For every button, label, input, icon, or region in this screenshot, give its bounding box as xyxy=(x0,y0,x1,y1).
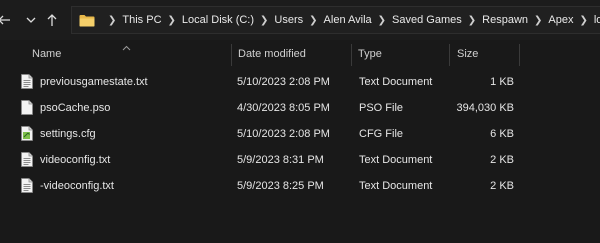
sort-ascending-icon xyxy=(122,42,131,54)
file-type: PSO File xyxy=(359,102,404,114)
folder-icon xyxy=(79,14,95,27)
breadcrumb-separator-icon: ❯ xyxy=(167,14,176,26)
file-type: Text Document xyxy=(359,76,433,88)
file-name: previousgamestate.txt xyxy=(40,76,148,88)
navigation-bar: ❯ This PC ❯ Local Disk (C:) ❯ Users ❯ Al… xyxy=(0,0,600,40)
arrow-left-icon xyxy=(0,13,11,27)
breadcrumb-separator-icon: ❯ xyxy=(260,14,269,26)
recent-locations-button[interactable] xyxy=(21,9,41,31)
breadcrumb-separator-icon: ❯ xyxy=(377,14,387,26)
file-row[interactable]: -videoconfig.txt 5/9/2023 8:25 PM Text D… xyxy=(0,173,600,199)
file-date-modified: 4/30/2023 8:05 PM xyxy=(237,102,330,114)
up-button[interactable] xyxy=(42,9,62,31)
back-button[interactable] xyxy=(0,9,14,31)
file-type: Text Document xyxy=(359,180,433,192)
file-list: previousgamestate.txt 5/10/2023 2:08 PM … xyxy=(0,69,600,199)
file-name: settings.cfg xyxy=(40,128,96,140)
file-row[interactable]: videoconfig.txt 5/9/2023 8:31 PM Text Do… xyxy=(0,147,600,173)
breadcrumb-users[interactable]: Users xyxy=(274,14,303,26)
file-date-modified: 5/9/2023 8:25 PM xyxy=(237,180,324,192)
file-type: Text Document xyxy=(359,154,433,166)
arrow-up-icon xyxy=(46,13,58,27)
file-size: 6 KB xyxy=(490,128,514,140)
file-name: videoconfig.txt xyxy=(40,154,111,166)
breadcrumb-separator-icon: ❯ xyxy=(108,14,117,26)
file-date-modified: 5/10/2023 2:08 PM xyxy=(237,128,330,140)
column-divider[interactable] xyxy=(231,44,232,66)
breadcrumb-respawn[interactable]: Respawn xyxy=(482,14,528,26)
file-date-modified: 5/10/2023 2:08 PM xyxy=(237,76,330,88)
breadcrumb-this-pc[interactable]: This PC xyxy=(122,14,161,26)
file-row[interactable]: settings.cfg 5/10/2023 2:08 PM CFG File … xyxy=(0,121,600,147)
file-size: 2 KB xyxy=(490,180,514,192)
breadcrumb-separator-icon: ❯ xyxy=(467,14,477,26)
address-bar[interactable]: ❯ This PC ❯ Local Disk (C:) ❯ Users ❯ Al… xyxy=(71,6,600,34)
breadcrumb-separator-icon: ❯ xyxy=(534,14,543,26)
column-header-row: Name Date modified Type Size xyxy=(0,40,600,68)
text-file-icon xyxy=(21,152,33,167)
breadcrumb-apex[interactable]: Apex xyxy=(548,14,573,26)
breadcrumb-saved-games[interactable]: Saved Games xyxy=(392,14,462,26)
chevron-down-icon xyxy=(25,14,37,26)
column-header-size[interactable]: Size xyxy=(457,40,478,68)
file-name: -videoconfig.txt xyxy=(40,180,114,192)
config-file-icon xyxy=(21,126,33,141)
breadcrumb-user[interactable]: Alen Avila xyxy=(324,14,372,26)
column-divider[interactable] xyxy=(449,44,450,66)
column-divider[interactable] xyxy=(519,44,520,66)
text-file-icon xyxy=(21,178,33,193)
breadcrumb-separator-icon: ❯ xyxy=(579,14,588,26)
file-name: psoCache.pso xyxy=(40,102,111,114)
breadcrumb-local[interactable]: local xyxy=(594,14,600,26)
column-header-name[interactable]: Name xyxy=(32,40,61,68)
file-row[interactable]: previousgamestate.txt 5/10/2023 2:08 PM … xyxy=(0,69,600,95)
column-header-date-modified[interactable]: Date modified xyxy=(238,40,306,68)
text-file-icon xyxy=(21,74,33,89)
file-date-modified: 5/9/2023 8:31 PM xyxy=(237,154,324,166)
column-header-type[interactable]: Type xyxy=(358,40,382,68)
file-type: CFG File xyxy=(359,128,403,140)
file-size: 394,030 KB xyxy=(456,102,515,114)
column-divider[interactable] xyxy=(351,44,352,66)
file-row[interactable]: psoCache.pso 4/30/2023 8:05 PM PSO File … xyxy=(0,95,600,121)
breadcrumb-separator-icon: ❯ xyxy=(309,14,318,26)
file-size: 1 KB xyxy=(490,76,514,88)
file-icon xyxy=(21,100,33,115)
file-size: 2 KB xyxy=(490,154,514,166)
breadcrumb-local-disk[interactable]: Local Disk (C:) xyxy=(182,14,254,26)
